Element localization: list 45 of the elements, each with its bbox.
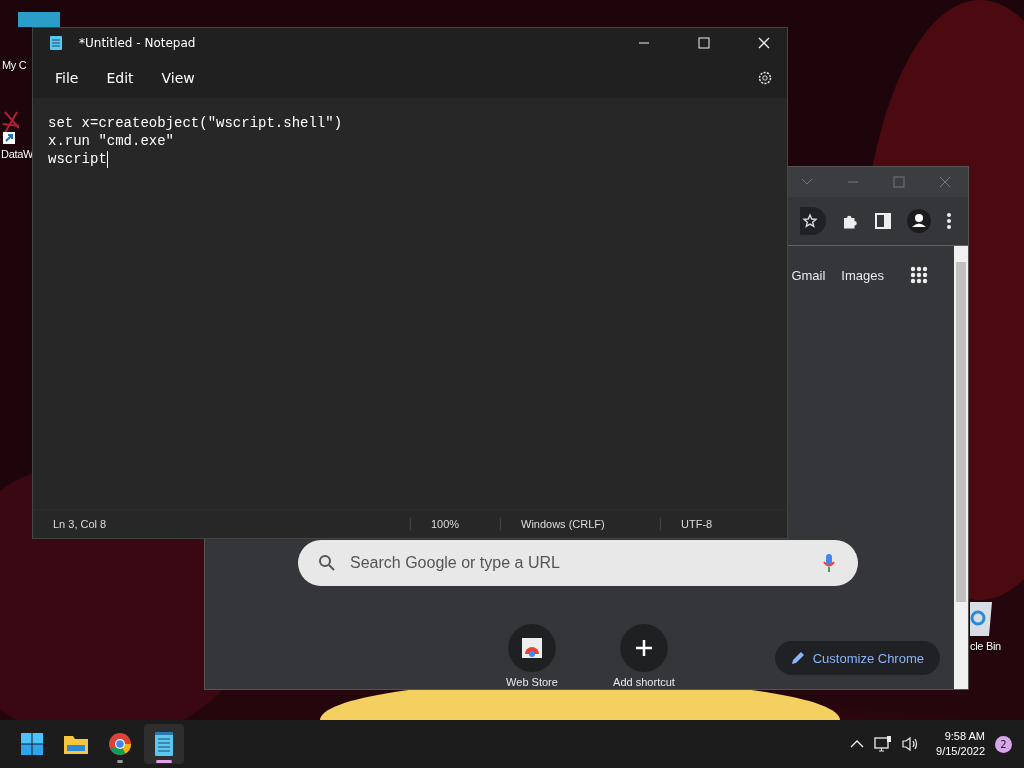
- shortcut-label[interactable]: Web Store: [506, 676, 558, 688]
- clock-time[interactable]: 9:58 AM: [944, 729, 985, 744]
- more-icon[interactable]: [946, 212, 952, 230]
- scrollbar[interactable]: [954, 246, 968, 689]
- status-item: 100%: [410, 518, 500, 530]
- customize-button[interactable]: Customize Chrome: [774, 641, 940, 675]
- code-line: set x=createobject("wscript.shell"): [48, 114, 343, 132]
- clock-date[interactable]: 9/15/2022: [936, 744, 985, 759]
- network-icon[interactable]: [874, 736, 893, 752]
- status-item: Windows (CRLF): [500, 518, 660, 530]
- search-field[interactable]: Search Google or type a URL: [298, 540, 858, 586]
- running-indicator: [117, 760, 123, 763]
- window-title: *Untitled - Notepad: [79, 36, 196, 50]
- header-link[interactable]: Images: [841, 267, 884, 283]
- text-cursor: [106, 150, 108, 168]
- windows-logo-icon: [20, 732, 44, 756]
- side-panel-icon[interactable]: [874, 212, 892, 230]
- settings-icon[interactable]: [757, 70, 773, 86]
- header-link[interactable]: Gmail: [791, 267, 826, 283]
- chrome-icon: [108, 732, 132, 756]
- menu-item[interactable]: View: [153, 66, 203, 90]
- microphone-icon[interactable]: [822, 553, 836, 573]
- taskbar-app[interactable]: [144, 724, 184, 764]
- code-line: x.run "cmd.exe": [48, 132, 175, 150]
- menu-item[interactable]: Edit: [98, 66, 142, 90]
- code-line: wscript: [48, 150, 107, 168]
- status-item: Ln 3, Col 8: [52, 518, 108, 530]
- desktop-icon-label[interactable]: My C: [2, 59, 27, 71]
- desktop-icon-label[interactable]: DataW: [1, 148, 34, 160]
- apps-grid-icon[interactable]: [910, 266, 928, 284]
- store-shortcut-icon[interactable]: [508, 624, 556, 672]
- running-indicator: [156, 760, 172, 763]
- menu-item[interactable]: File: [47, 66, 87, 90]
- chevron-up-icon[interactable]: [850, 739, 865, 749]
- pencil-icon: [790, 651, 805, 665]
- shortcut-label[interactable]: Add shortcut: [613, 676, 675, 688]
- profile-icon[interactable]: [907, 209, 931, 233]
- folder-icon: [63, 733, 89, 755]
- desktop-icon-label[interactable]: cle Bin: [970, 640, 1001, 652]
- notepad-icon: [49, 35, 63, 51]
- status-item: UTF-8: [660, 518, 733, 530]
- add-shortcut-icon[interactable]: [620, 624, 668, 672]
- search-icon: [318, 554, 336, 572]
- notification-badge[interactable]: 2: [995, 735, 1012, 753]
- notepad-icon: [154, 731, 174, 757]
